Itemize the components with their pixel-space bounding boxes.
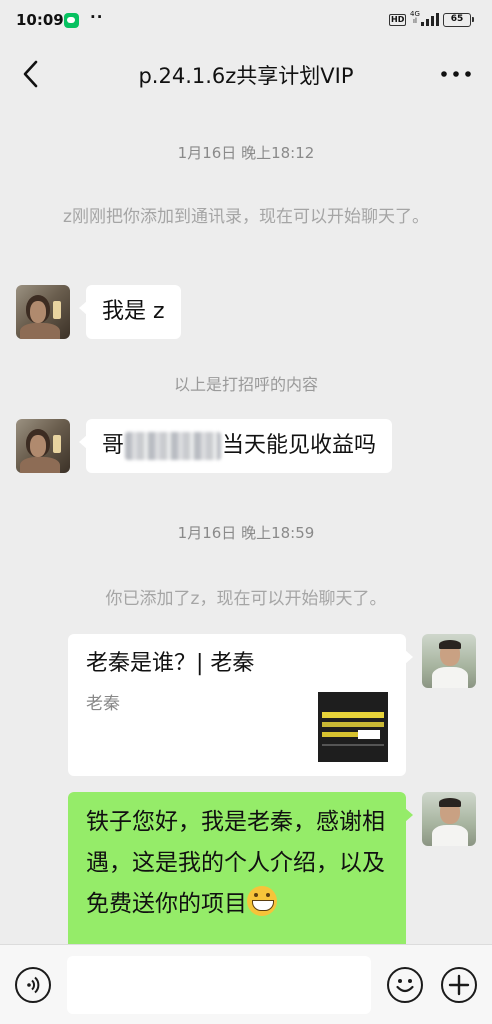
grinning-emoji-icon [247, 886, 277, 916]
voice-button[interactable] [15, 967, 51, 1003]
more-notifications-icon: ·· [90, 8, 104, 26]
timestamp: 1月16日 晚上18:12 [177, 144, 315, 162]
network-type: 4G ıl [410, 10, 420, 25]
battery-icon: 65 [443, 13, 474, 27]
message-text: 铁子您好，我是老秦，感谢相遇，这是我的个人介绍，以及免费送你的项目 [86, 809, 385, 917]
plus-button[interactable] [441, 967, 477, 1003]
contact-avatar[interactable] [16, 419, 70, 473]
input-bar [0, 944, 492, 1024]
timestamp: 1月16日 晚上18:59 [177, 524, 315, 542]
redacted-blur [125, 432, 222, 460]
message-text: 哥 [102, 433, 125, 458]
back-button[interactable] [14, 56, 50, 92]
signal-icon [421, 13, 439, 26]
wechat-icon [64, 13, 79, 28]
plus-icon [448, 974, 470, 996]
card-thumbnail [318, 692, 388, 762]
my-avatar[interactable] [422, 792, 476, 846]
system-message: z刚刚把你添加到通讯录，现在可以开始聊天了。 [63, 207, 429, 227]
system-message: 你已添加了z，现在可以开始聊天了。 [105, 589, 387, 609]
chat-header: p.24.1.6z共享计划VIP [0, 42, 492, 106]
message-text: 我是 z [102, 299, 165, 324]
link-card[interactable]: 老秦是谁？| 老秦 老秦 [68, 634, 413, 776]
more-options-button[interactable] [436, 58, 476, 90]
message-bubble[interactable]: 哥 当天能见收益吗 [78, 419, 393, 473]
my-avatar[interactable] [422, 634, 476, 688]
status-bar: 10:09 ·· HD 4G ıl 65 [0, 0, 492, 42]
card-title: 老秦是谁？| 老秦 [86, 651, 255, 676]
chat-title: p.24.1.6z共享计划VIP [138, 64, 354, 88]
contact-avatar[interactable] [16, 285, 70, 339]
system-message: 以上是打招呼的内容 [173, 375, 318, 394]
emoji-button[interactable] [387, 967, 423, 1003]
emoji-icon [396, 979, 414, 993]
voice-icon [27, 976, 40, 994]
hd-badge: HD [389, 14, 407, 26]
message-bubble[interactable]: 铁子您好，我是老秦，感谢相遇，这是我的个人介绍，以及免费送你的项目 [68, 792, 413, 952]
message-bubble[interactable]: 我是 z [79, 285, 181, 339]
message-text: 当天能见收益吗 [222, 433, 377, 458]
message-input[interactable] [67, 956, 371, 1014]
status-time: 10:09 [16, 11, 64, 29]
